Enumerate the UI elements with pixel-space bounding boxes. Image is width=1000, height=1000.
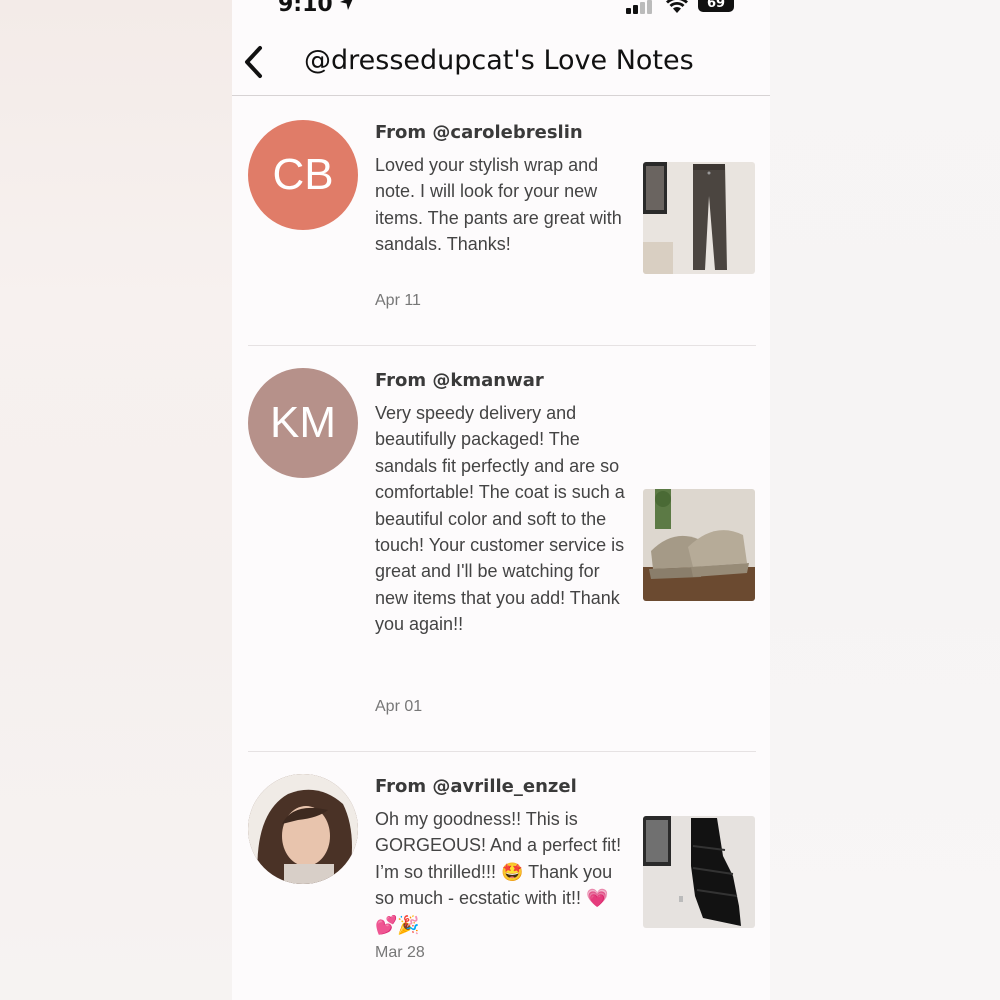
signal-icon [626,0,652,14]
avatar[interactable]: KM [248,368,358,478]
background-right [770,0,1000,1000]
note-date: Apr 01 [375,698,423,715]
phone-screen: 9:10 69 @dressedupcat's Love Notes CB Fr… [232,0,770,1000]
avatar[interactable]: CB [248,120,358,230]
wifi-icon [666,0,688,13]
status-bar: 9:10 69 [232,0,770,22]
page-header: @dressedupcat's Love Notes [232,30,770,96]
item-thumbnail-sandals[interactable] [643,489,755,601]
love-note: From @avrille_enzel Oh my goodness!! Thi… [248,774,756,974]
love-note: CB From @carolebreslin Loved your stylis… [248,120,756,340]
note-date: Apr 11 [375,292,421,309]
note-date: Mar 28 [375,944,425,961]
location-arrow-icon [340,0,353,10]
back-button[interactable] [240,44,270,80]
status-time: 9:10 [278,0,333,17]
avatar[interactable] [248,774,358,884]
love-note: KM From @kmanwar Very speedy delivery an… [248,368,756,728]
note-message: Oh my goodness!! This is GORGEOUS! And a… [375,809,622,935]
item-thumbnail-pants[interactable] [643,162,755,274]
profile-photo [248,774,358,884]
background-left [0,0,232,1000]
note-message: Loved your stylish wrap and note. I will… [375,155,622,255]
pants-image [643,162,755,274]
chevron-left-icon [245,46,262,78]
battery-indicator: 69 [698,0,734,12]
sandals-image [643,489,755,601]
note-sender[interactable]: From @avrille_enzel [375,776,577,797]
item-thumbnail-skirt[interactable] [643,816,755,928]
divider [248,751,756,752]
note-sender[interactable]: From @kmanwar [375,370,544,391]
page-title: @dressedupcat's Love Notes [304,45,694,76]
note-sender[interactable]: From @carolebreslin [375,122,583,143]
note-message: Very speedy delivery and beautifully pac… [375,403,625,635]
divider [248,345,756,346]
skirt-image [643,816,755,928]
